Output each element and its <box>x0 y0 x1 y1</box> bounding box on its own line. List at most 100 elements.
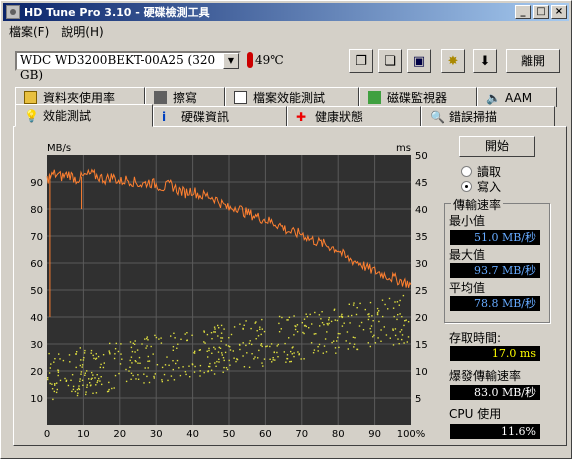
minimize-button[interactable]: _ <box>515 5 531 19</box>
chevron-down-icon[interactable]: ▼ <box>223 53 239 69</box>
access-time-point <box>239 323 241 325</box>
drive-select[interactable]: WDC WD3200BEKT-00A25 (320 GB) ▼ <box>15 51 241 82</box>
access-time-point <box>99 380 101 382</box>
exit-button[interactable]: 離開 <box>506 49 560 73</box>
transfer-rate-title: 傳輸速率 <box>451 196 504 213</box>
access-time-point <box>153 375 155 378</box>
access-time-point <box>71 390 73 393</box>
tab-error-scan[interactable]: 🔍 錯誤掃描 <box>421 106 555 126</box>
access-time-point <box>76 394 79 397</box>
access-time-point <box>218 358 220 360</box>
access-time-point <box>265 345 267 348</box>
tab-health[interactable]: ✚ 健康狀態 <box>287 106 421 126</box>
access-time-point <box>405 319 407 321</box>
access-time-point <box>64 377 66 380</box>
access-time-point <box>364 308 366 311</box>
access-time-point <box>199 364 202 367</box>
access-time-point <box>288 316 291 318</box>
tab-disk-monitor[interactable]: 磁碟監視器 <box>359 87 477 107</box>
copy-alt-button[interactable]: ❏ <box>378 49 402 73</box>
access-time-point <box>286 358 289 360</box>
access-time-point <box>78 388 81 391</box>
access-time-point <box>120 343 122 345</box>
access-time-point <box>213 326 216 328</box>
access-time-point <box>394 328 397 330</box>
access-time-point <box>221 354 223 356</box>
access-time-point <box>235 360 237 363</box>
access-time-point <box>199 375 201 377</box>
access-time-point <box>261 328 263 330</box>
save-button[interactable]: ▣ <box>407 49 431 73</box>
access-time-point <box>130 372 133 374</box>
x-tick-label: 50 <box>223 429 236 440</box>
y-right-tick-label: 15 <box>415 340 428 351</box>
access-time-point <box>186 339 188 342</box>
y-left-tick-label: 80 <box>30 205 43 216</box>
access-time-point <box>220 337 222 339</box>
access-time-point <box>393 315 395 318</box>
access-time-point <box>278 322 280 325</box>
access-time-point <box>302 331 304 334</box>
access-time-point <box>392 307 395 309</box>
access-time-point <box>90 384 92 386</box>
access-time-point <box>336 340 338 342</box>
close-button[interactable]: × <box>551 5 567 19</box>
access-time-point <box>208 349 210 352</box>
access-time-point <box>208 365 210 368</box>
access-time-point <box>222 371 224 373</box>
access-time-point <box>349 322 351 324</box>
access-time-point <box>62 359 65 362</box>
access-time-point <box>146 345 148 347</box>
access-time-point <box>288 337 290 339</box>
tab-benchmark[interactable]: 💡 效能測試 <box>15 104 153 127</box>
menu-help[interactable]: 說明(H) <box>55 23 109 40</box>
access-time-point <box>255 321 257 323</box>
access-time-point <box>358 325 361 327</box>
access-time-point <box>130 346 133 349</box>
access-time-point <box>398 343 400 345</box>
access-time-point <box>172 349 174 351</box>
access-time-point <box>102 354 105 356</box>
access-time-point <box>263 358 266 360</box>
access-time-point <box>79 364 81 367</box>
start-button[interactable]: 開始 <box>459 136 535 157</box>
access-time-point <box>372 320 374 322</box>
access-time-point <box>222 357 225 359</box>
y-left-tick-label: 70 <box>30 232 43 243</box>
download-button[interactable]: ⬇ <box>473 49 497 73</box>
access-time-point <box>145 347 147 349</box>
access-time-point <box>392 328 394 330</box>
tab-aam[interactable]: 🔈 AAM <box>477 87 557 107</box>
access-time-point <box>371 315 373 317</box>
access-time-point <box>330 320 333 323</box>
access-time-point <box>251 343 253 346</box>
access-time-point <box>214 362 216 364</box>
maximize-button[interactable]: □ <box>533 5 549 19</box>
settings-button[interactable]: ✸ <box>441 49 465 73</box>
tab-label: 擦寫 <box>173 91 198 105</box>
y-left-axis-label: MB/s <box>47 143 71 154</box>
access-time-point <box>310 342 313 344</box>
y-left-tick-label: 40 <box>30 313 43 324</box>
access-time-point <box>94 377 96 379</box>
access-time-point <box>396 301 399 303</box>
tab-drive-info[interactable]: i 硬碟資訊 <box>153 106 287 126</box>
access-time-point <box>230 333 233 336</box>
speaker-icon: 🔈 <box>486 91 501 105</box>
copy-button[interactable]: ❐ <box>349 49 373 73</box>
access-time-point <box>261 345 263 348</box>
access-time-point <box>79 347 81 349</box>
access-time-point <box>185 373 187 376</box>
access-time-point <box>278 331 281 333</box>
access-time-point <box>170 375 173 377</box>
tab-file-benchmark[interactable]: 檔案效能測試 <box>225 87 359 107</box>
access-time-point <box>139 362 141 364</box>
write-radio[interactable]: 寫入 <box>461 178 501 195</box>
access-time-point <box>213 346 215 349</box>
tab-erase[interactable]: 擦寫 <box>145 87 225 107</box>
menu-file[interactable]: 檔案(F) <box>3 23 55 40</box>
access-time-point <box>178 367 180 369</box>
access-time-point <box>225 344 227 346</box>
access-time-point <box>69 361 71 363</box>
access-time-point <box>55 391 58 394</box>
